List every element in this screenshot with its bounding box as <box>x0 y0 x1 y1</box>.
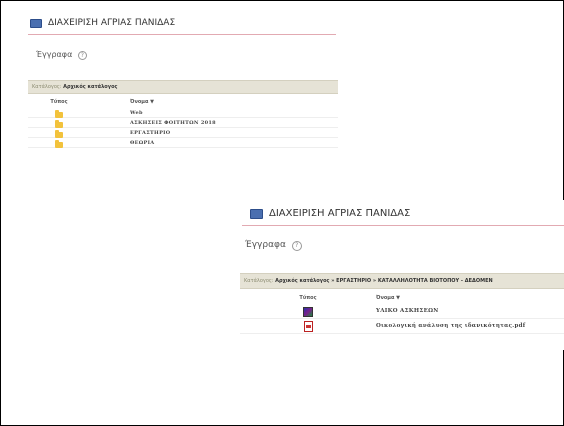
file-link[interactable]: Web <box>90 110 143 116</box>
archive-icon[interactable] <box>303 306 313 317</box>
help-icon[interactable]: ? <box>77 51 87 60</box>
folder-icon[interactable] <box>55 120 63 128</box>
breadcrumb-label: Κατάλογος: <box>32 84 62 90</box>
folder-icon[interactable] <box>55 110 63 118</box>
breadcrumb: Κατάλογος: Αρχικός κατάλογος <box>28 80 338 94</box>
book-icon <box>30 18 42 28</box>
course-title: ΔΙΑΧΕΙΡΙΣΗ ΑΓΡΙΑΣ ΠΑΝΙΔΑΣ <box>48 18 176 28</box>
documents-panel-root: ΔΙΑΧΕΙΡΙΣΗ ΑΓΡΙΑΣ ΠΑΝΙΔΑΣ Έγγραφα ? Κατά… <box>28 8 338 183</box>
breadcrumb-path[interactable]: Αρχικός κατάλογος » ΕΡΓΑΣΤΗΡΙΟ » ΚΑΤΑΛΛΗ… <box>275 278 493 284</box>
breadcrumb: Κατάλογος: Αρχικός κατάλογος » ΕΡΓΑΣΤΗΡΙ… <box>240 273 564 289</box>
help-icon[interactable]: ? <box>291 241 302 251</box>
file-link[interactable]: ΕΡΓΑΣΤΗΡΙΟ <box>90 130 170 136</box>
book-icon <box>250 208 263 219</box>
table-row[interactable]: ΘΕΩΡΙΑ <box>28 138 338 148</box>
section-title: Έγγραφα ? <box>240 226 564 251</box>
file-link[interactable]: ΑΣΚΗΣΕΙΣ ΦΟΙΤΗΤΩΝ 2018 <box>90 120 216 126</box>
documents-panel-subfolder: ΔΙΑΧΕΙΡΙΣΗ ΑΓΡΙΑΣ ΠΑΝΙΔΑΣ Έγγραφα ? Κατά… <box>240 200 564 350</box>
course-header: ΔΙΑΧΕΙΡΙΣΗ ΑΓΡΙΑΣ ΠΑΝΙΔΑΣ <box>28 8 338 28</box>
folder-icon[interactable] <box>55 140 63 148</box>
course-header: ΔΙΑΧΕΙΡΙΣΗ ΑΓΡΙΑΣ ΠΑΝΙΔΑΣ <box>240 200 564 219</box>
course-title: ΔΙΑΧΕΙΡΙΣΗ ΑΓΡΙΑΣ ΠΑΝΙΔΑΣ <box>269 208 411 219</box>
column-name[interactable]: Όνομα ▼ <box>376 295 400 301</box>
breadcrumb-path[interactable]: Αρχικός κατάλογος <box>63 84 117 90</box>
pdf-icon[interactable] <box>303 320 313 332</box>
file-link[interactable]: ΥΛΙΚΟ ΑΣΚΗΣΕΩΝ <box>376 308 439 314</box>
file-link[interactable]: ΘΕΩΡΙΑ <box>90 140 154 146</box>
table-row[interactable]: Οικολογική ανάλυση της ιδανικότητας.pdf <box>240 319 564 334</box>
folder-icon[interactable] <box>55 130 63 138</box>
section-title: Έγγραφα ? <box>28 35 338 60</box>
breadcrumb-label: Κατάλογος: <box>244 278 274 284</box>
column-name[interactable]: Όνομα ▼ <box>90 99 154 105</box>
column-type[interactable]: Τύπος <box>240 295 376 301</box>
section-label: Έγγραφα <box>36 50 73 59</box>
section-label: Έγγραφα <box>245 240 286 250</box>
file-link[interactable]: Οικολογική ανάλυση της ιδανικότητας.pdf <box>376 323 525 329</box>
